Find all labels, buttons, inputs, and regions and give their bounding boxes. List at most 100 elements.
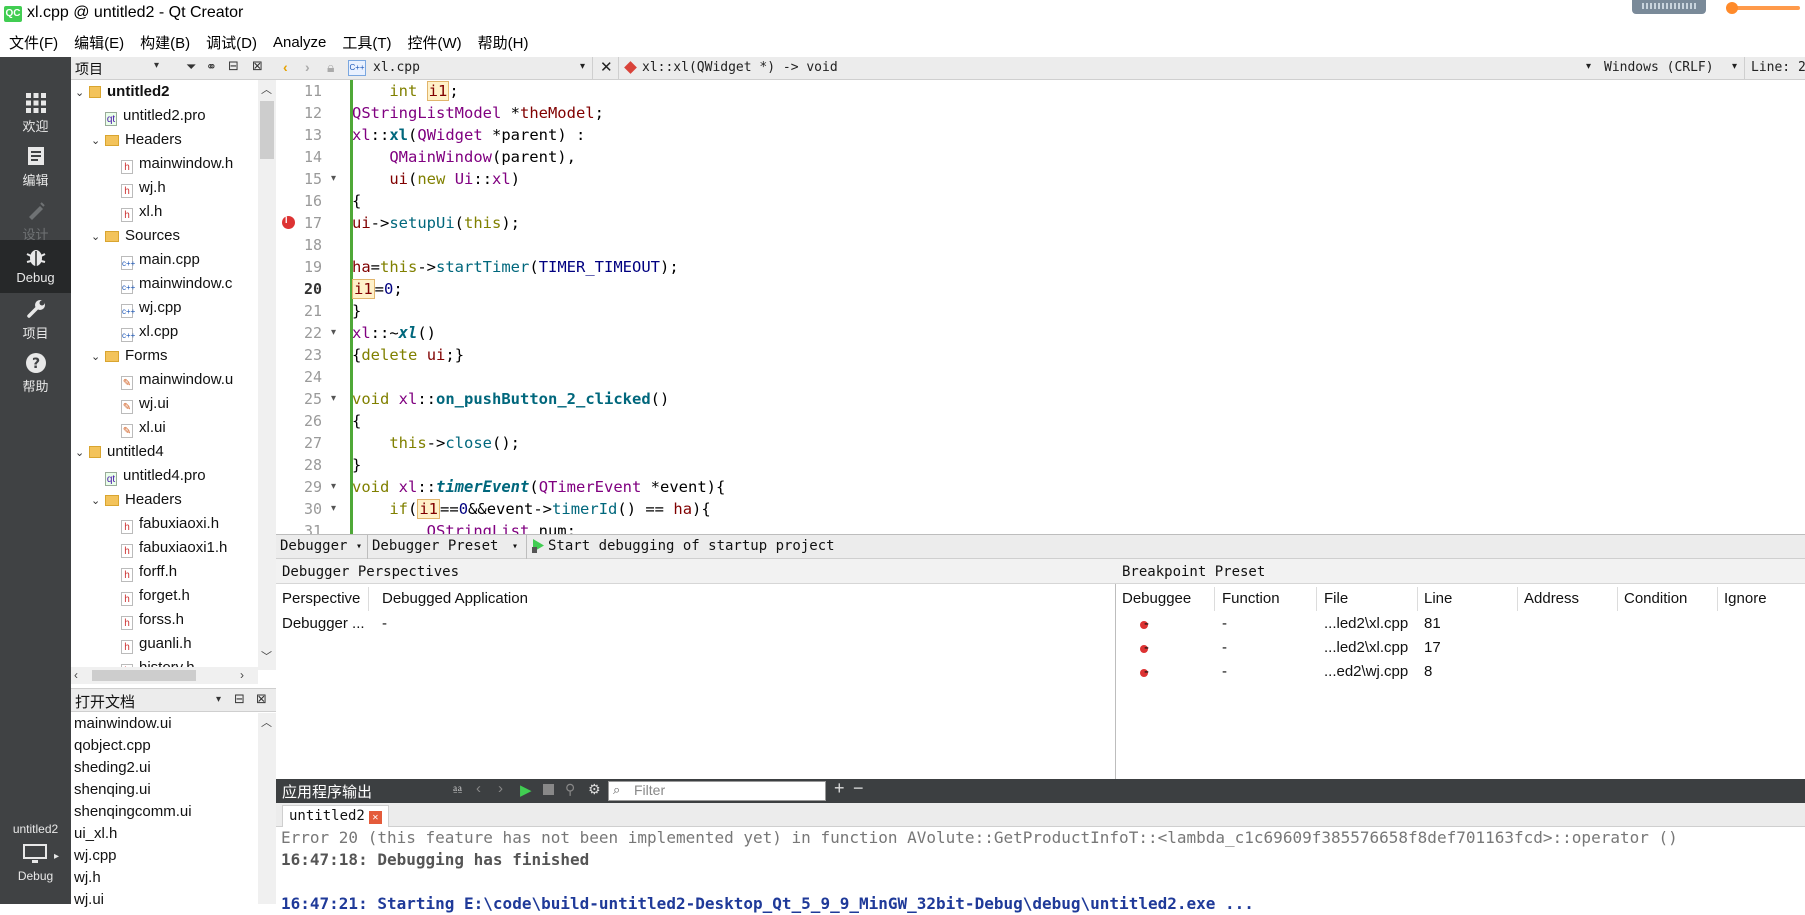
menu-debug[interactable]: 调试(D) [206,32,263,53]
cursor-position[interactable]: Line: 20 [1751,60,1805,75]
open-docs-dropdown-icon[interactable]: ▾ [216,694,221,705]
code-line[interactable]: { [352,190,361,212]
tree-item[interactable]: h xl.h [107,200,162,224]
code-line[interactable]: ha=this->startTimer(TIMER_TIMEOUT); [352,256,679,278]
code-line[interactable]: i1 =0; [352,278,403,300]
scroll-up-icon[interactable]: ︿ [261,81,272,97]
tree-item[interactable]: c++ wj.cpp [107,296,182,320]
open-documents-title[interactable]: 打开文档 [75,691,135,712]
debugger-selector[interactable]: Debugger [280,538,347,554]
project-tree-hscroll-thumb[interactable] [92,670,196,681]
scroll-left-icon[interactable]: ‹ [74,668,78,682]
project-tree-scroll-thumb[interactable] [260,101,274,159]
tree-item[interactable]: qt untitled4.pro [91,464,206,488]
tree-item[interactable]: ⌄ untitled4 [75,440,164,464]
rerun-icon[interactable]: ▶ [520,781,532,799]
mode-help[interactable]: ? 帮助 [0,346,71,398]
breakpoint-marker[interactable]: I [282,215,295,229]
expand-arrow-icon[interactable]: ⌄ [75,441,89,465]
tree-item[interactable]: h forss.h [107,608,184,632]
link-icon[interactable]: ⚭ [206,59,217,75]
attach-icon[interactable]: ⎂ [452,781,463,798]
mode-edit[interactable]: 编辑 [0,140,71,192]
expand-arrow-icon[interactable]: ⌄ [91,129,105,153]
project-view-dropdown-icon[interactable]: ▾ [154,60,159,71]
list-item[interactable]: ui_xl.h [74,823,117,845]
expand-arrow-icon[interactable]: ⌄ [91,489,105,513]
code-line[interactable]: } [352,300,361,322]
menu-build[interactable]: 构建(B) [140,32,196,53]
list-item[interactable]: mainwindow.ui [74,713,172,735]
fold-marker-icon[interactable]: ▾ [331,173,336,184]
code-line[interactable]: void xl::on_pushButton_2_clicked() [352,388,669,410]
code-line[interactable]: int i1; [352,80,459,102]
kit-selector[interactable]: ▸ Debug [0,841,71,901]
project-view-selector[interactable]: 项目 [75,59,103,79]
list-item[interactable]: wj.ui [74,889,104,911]
scroll-up-icon[interactable]: ︿ [261,714,272,730]
preset-dropdown-icon[interactable]: ▾ [512,541,518,552]
close-document-icon[interactable]: ✕ [600,58,613,76]
start-debugging-icon[interactable] [532,538,545,557]
tree-item[interactable]: h forget.h [107,584,190,608]
line-ending-arrow-icon[interactable]: ▾ [1732,61,1737,72]
current-file-selector[interactable]: xl.cpp [373,60,420,75]
zoom-in-icon[interactable]: + [834,778,845,799]
line-ending-dropdown-icon[interactable]: ▾ [1586,61,1591,72]
menu-controls[interactable]: 控件(W) [408,32,468,53]
tree-item[interactable]: h forff.h [107,560,177,584]
tree-item[interactable]: h wj.h [107,176,166,200]
list-item[interactable]: wj.h [74,867,101,889]
table-row[interactable]: - - ...led2\xl.cpp 81 [1116,612,1805,636]
menu-tools[interactable]: 工具(T) [342,32,397,53]
tree-item[interactable]: ⌄ Sources [91,224,180,248]
scroll-right-icon[interactable]: › [240,668,244,682]
line-ending-selector[interactable]: Windows (CRLF) [1604,60,1714,75]
tree-item[interactable]: ✎ wj.ui [107,392,169,416]
tree-item[interactable]: ✎ xl.ui [107,416,166,440]
fold-marker-icon[interactable]: ▾ [331,327,336,338]
code-line[interactable]: QStringListModel *theModel; [352,102,604,124]
close-icon[interactable]: ✕ [368,811,382,824]
file-dropdown-icon[interactable]: ▾ [580,61,585,72]
menu-help[interactable]: 帮助(H) [478,32,535,53]
code-line[interactable]: QMainWindow(parent), [352,146,576,168]
tree-item[interactable]: h mainwindow.h [107,152,233,176]
expand-arrow-icon[interactable]: ⌄ [91,225,105,249]
column-ignore[interactable]: Ignore [1724,590,1767,607]
nav-forward-icon[interactable]: › [305,59,310,75]
mode-projects[interactable]: 项目 [0,293,71,345]
tree-item[interactable]: c++ xl.cpp [107,320,178,344]
project-tree-scrollbar[interactable] [258,80,276,670]
symbol-selector[interactable]: xl::xl(QWidget *) -> void [642,60,838,75]
expand-arrow-icon[interactable]: ⌄ [75,81,89,105]
start-debugging-button[interactable]: Start debugging of startup project [548,538,835,554]
debugger-preset-selector[interactable]: Debugger Preset [372,538,498,554]
code-line[interactable]: {delete ui;} [352,344,464,366]
fold-marker-icon[interactable]: ▾ [331,393,336,404]
table-row[interactable]: - - ...led2\xl.cpp 17 [1116,636,1805,660]
gear-icon[interactable]: ⚙ [588,781,601,798]
code-line[interactable]: ui(new Ui::xl) [352,168,520,190]
tree-item[interactable]: h fabuxiaoxi.h [107,512,219,536]
table-row[interactable]: Debugger ... - [276,612,1116,636]
list-item[interactable]: qobject.cpp [74,735,151,757]
zoom-out-icon[interactable]: − [853,778,864,799]
close-panel-icon[interactable]: ⊠ [252,58,263,74]
code-line[interactable]: } [352,454,361,476]
table-row[interactable]: - - ...ed2\wj.cpp 8 [1116,660,1805,684]
filter-icon[interactable]: ⏷ [186,59,196,75]
tree-item[interactable]: ⌄ Headers [91,488,182,512]
mode-welcome[interactable]: 欢迎 [0,86,71,138]
code-line[interactable]: xl::xl(QWidget *parent) : [352,124,585,146]
fold-marker-icon[interactable]: ▾ [331,503,336,514]
scroll-down-icon[interactable]: ﹀ [261,648,272,664]
fold-marker-icon[interactable]: ▾ [331,481,336,492]
nav-back-icon[interactable]: ‹ [283,59,288,75]
code-line[interactable]: this->close(); [352,432,520,454]
tree-item[interactable]: ⌄ untitled2 [75,80,170,104]
menu-file[interactable]: 文件(F) [9,32,64,53]
nav-prev-icon[interactable]: ‹ [476,780,481,797]
menu-edit[interactable]: 编辑(E) [74,32,130,53]
split-icon[interactable]: ⊟ [234,691,245,707]
